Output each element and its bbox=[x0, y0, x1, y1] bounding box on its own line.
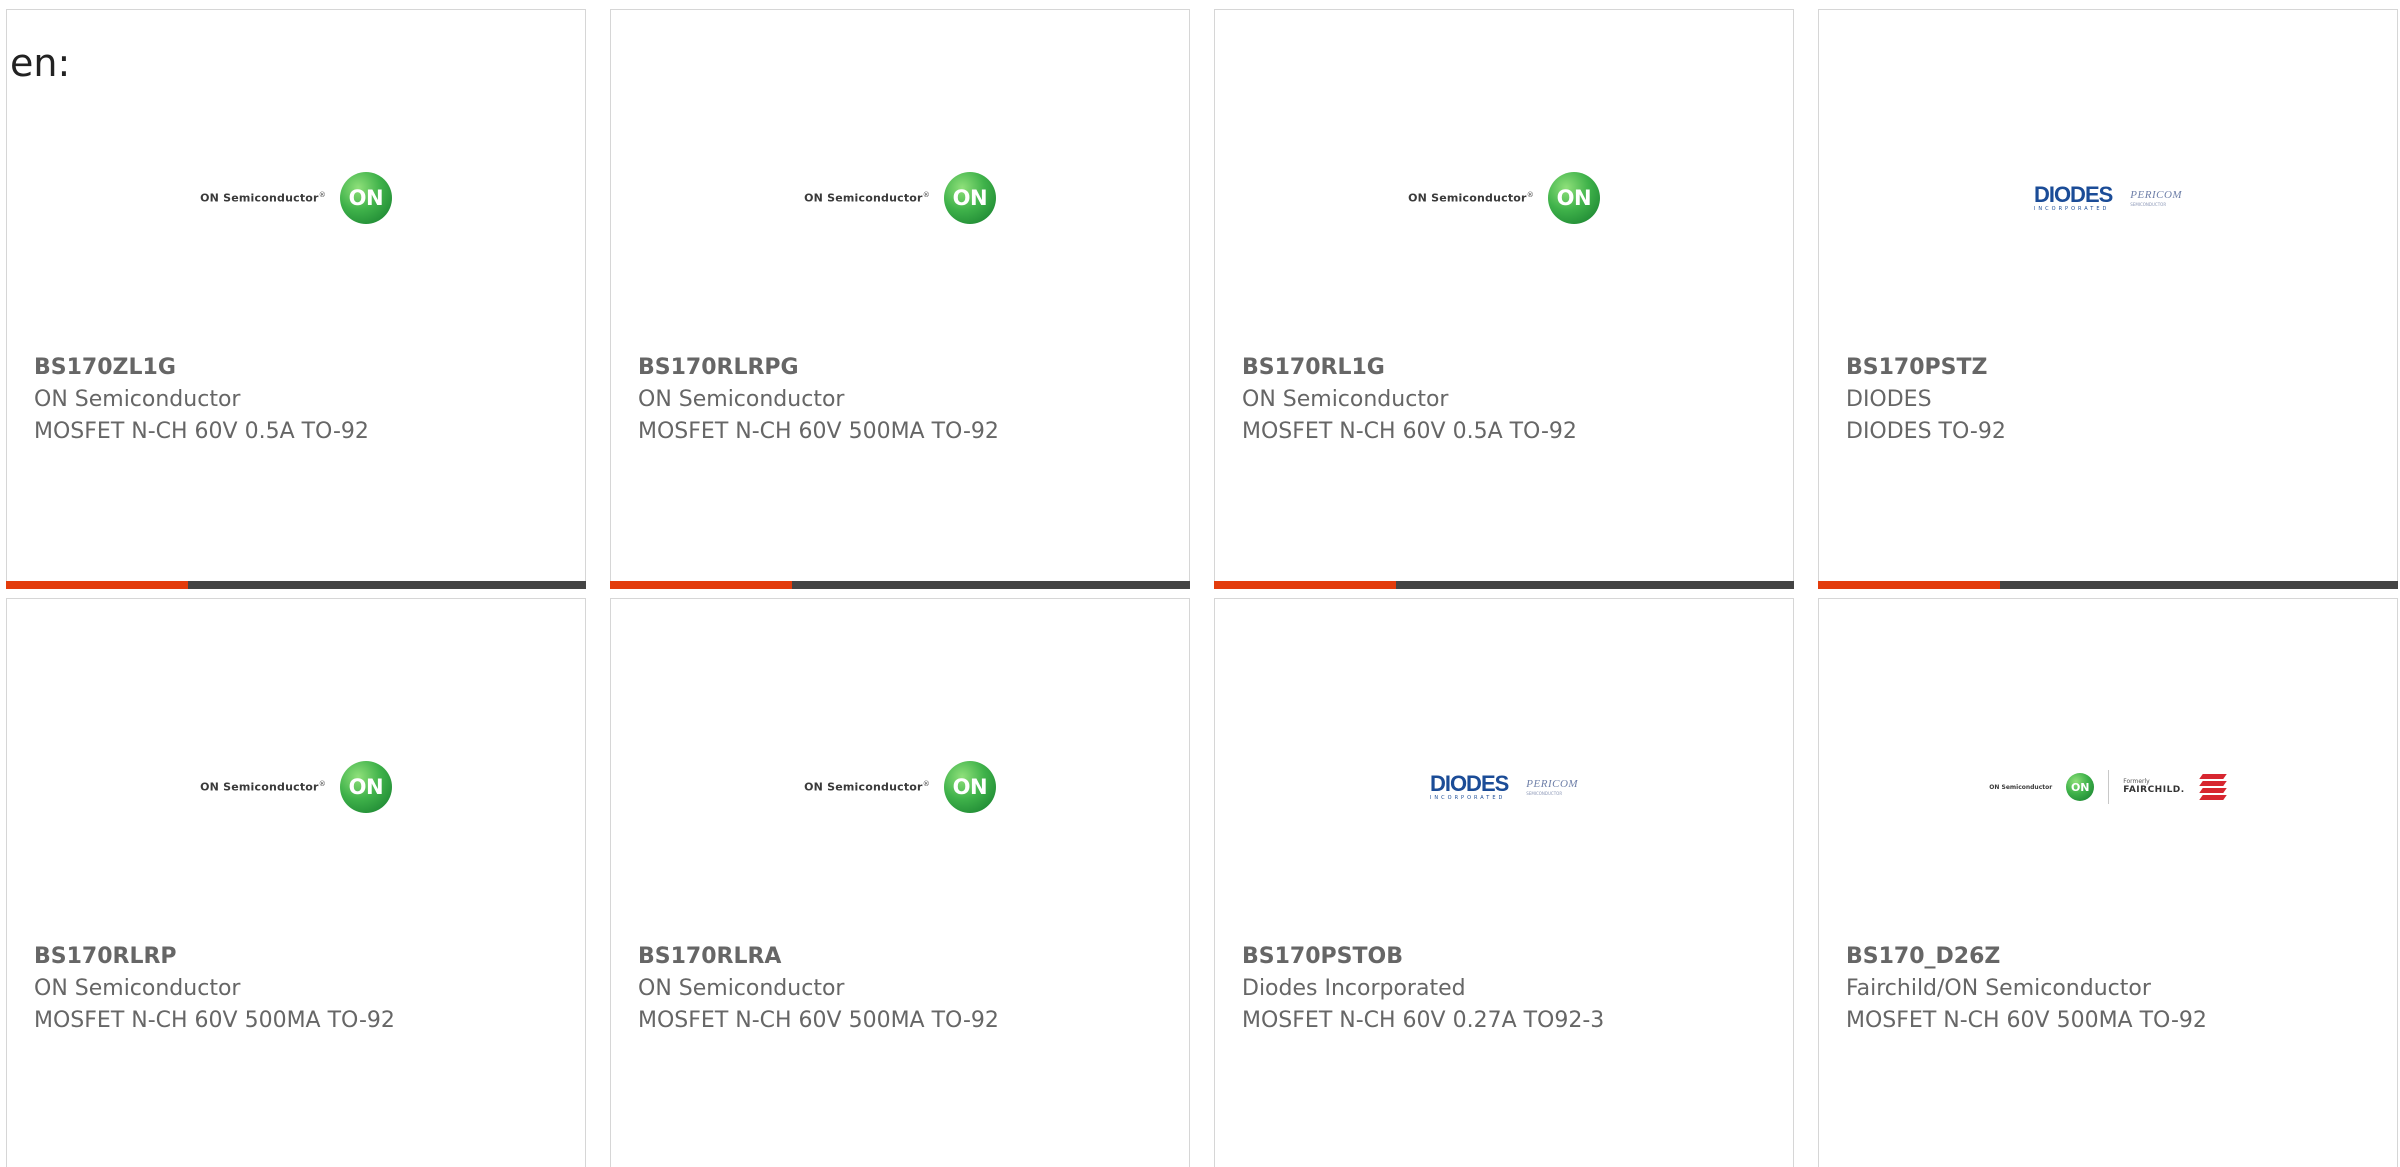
card-accent-bar bbox=[610, 581, 1190, 589]
part-number: BS170RLRA bbox=[638, 944, 782, 969]
manufacturer-logo: ON Semiconductor® ON bbox=[7, 757, 585, 817]
part-description: MOSFET N-CH 60V 0.5A TO-92 bbox=[34, 419, 369, 444]
diodes-logo-icon: DIODES INCORPORATED bbox=[1429, 771, 1509, 801]
logo-divider bbox=[2108, 770, 2110, 804]
manufacturer-logo: ON Semiconductor ON Formerly FAIRCHILD. bbox=[1819, 757, 2397, 817]
manufacturer-name: ON Semiconductor bbox=[638, 976, 845, 1001]
product-card[interactable]: DIODES INCORPORATED PERICOM SEMICONDUCTO… bbox=[1214, 598, 1794, 1167]
on-semiconductor-wordmark: ON Semiconductor® bbox=[1408, 191, 1534, 205]
on-semiconductor-wordmark: ON Semiconductor® bbox=[804, 780, 930, 794]
manufacturer-name: Fairchild/ON Semiconductor bbox=[1846, 976, 2151, 1001]
manufacturer-name: ON Semiconductor bbox=[34, 976, 241, 1001]
manufacturer-logo: ON Semiconductor® ON bbox=[611, 757, 1189, 817]
product-card[interactable]: ON Semiconductor® ON BS170RLRPG ON Semic… bbox=[610, 9, 1190, 589]
part-number: BS170RLRP bbox=[34, 944, 177, 969]
product-card[interactable]: ON Semiconductor® ON BS170RL1G ON Semico… bbox=[1214, 9, 1794, 589]
fairchild-logo-icon: Formerly FAIRCHILD. bbox=[2123, 777, 2185, 795]
on-logo-icon: ON bbox=[1547, 172, 1600, 224]
card-accent-bar bbox=[1214, 581, 1794, 589]
on-semiconductor-wordmark: ON Semiconductor bbox=[1989, 783, 2053, 791]
on-logo-icon: ON bbox=[2066, 773, 2095, 801]
on-logo-icon: ON bbox=[339, 761, 392, 813]
manufacturer-name: Diodes Incorporated bbox=[1242, 976, 1466, 1001]
manufacturer-name: ON Semiconductor bbox=[1242, 387, 1449, 412]
part-description: MOSFET N-CH 60V 500MA TO-92 bbox=[34, 1008, 395, 1033]
product-card[interactable]: ON Semiconductor® ON BS170ZL1G ON Semico… bbox=[6, 9, 586, 589]
on-semiconductor-wordmark: ON Semiconductor® bbox=[200, 191, 326, 205]
part-description: DIODES TO-92 bbox=[1846, 419, 2006, 444]
part-number: BS170PSTZ bbox=[1846, 355, 1988, 380]
card-accent-bar bbox=[6, 581, 586, 589]
on-semiconductor-wordmark: ON Semiconductor® bbox=[200, 780, 326, 794]
page-heading: en: bbox=[10, 41, 71, 85]
manufacturer-name: DIODES bbox=[1846, 387, 1932, 412]
part-number: BS170_D26Z bbox=[1846, 944, 2001, 969]
product-card[interactable]: ON Semiconductor ON Formerly FAIRCHILD. bbox=[1818, 598, 2398, 1167]
on-semiconductor-wordmark: ON Semiconductor® bbox=[804, 191, 930, 205]
part-number: BS170ZL1G bbox=[34, 355, 176, 380]
pericom-logo-icon: PERICOM SEMICONDUCTOR bbox=[2130, 188, 2183, 207]
product-card[interactable]: ON Semiconductor® ON BS170RLRA ON Semico… bbox=[610, 598, 1190, 1167]
on-logo-icon: ON bbox=[943, 761, 996, 813]
part-description: MOSFET N-CH 60V 500MA TO-92 bbox=[638, 1008, 999, 1033]
part-number: BS170RL1G bbox=[1242, 355, 1385, 380]
part-description: MOSFET N-CH 60V 0.27A TO92-3 bbox=[1242, 1008, 1605, 1033]
pericom-logo-icon: PERICOM SEMICONDUCTOR bbox=[1526, 777, 1579, 796]
part-description: MOSFET N-CH 60V 500MA TO-92 bbox=[638, 419, 999, 444]
manufacturer-logo: DIODES INCORPORATED PERICOM SEMICONDUCTO… bbox=[1215, 757, 1793, 817]
product-card[interactable]: DIODES INCORPORATED PERICOM SEMICONDUCTO… bbox=[1818, 9, 2398, 589]
manufacturer-logo: ON Semiconductor® ON bbox=[1215, 168, 1793, 228]
product-grid-page: en: ON Semiconductor® ON BS170ZL1G ON Se… bbox=[0, 0, 2400, 1167]
part-description: MOSFET N-CH 60V 0.5A TO-92 bbox=[1242, 419, 1577, 444]
part-description: MOSFET N-CH 60V 500MA TO-92 bbox=[1846, 1008, 2207, 1033]
product-card[interactable]: ON Semiconductor® ON BS170RLRP ON Semico… bbox=[6, 598, 586, 1167]
manufacturer-name: ON Semiconductor bbox=[638, 387, 845, 412]
diodes-logo-icon: DIODES INCORPORATED bbox=[2033, 182, 2113, 212]
manufacturer-logo: ON Semiconductor® ON bbox=[7, 168, 585, 228]
part-number: BS170PSTOB bbox=[1242, 944, 1403, 969]
fairchild-stripes-icon bbox=[2198, 772, 2227, 802]
on-logo-icon: ON bbox=[339, 172, 392, 224]
part-number: BS170RLRPG bbox=[638, 355, 799, 380]
manufacturer-logo: ON Semiconductor® ON bbox=[611, 168, 1189, 228]
on-logo-icon: ON bbox=[943, 172, 996, 224]
manufacturer-logo: DIODES INCORPORATED PERICOM SEMICONDUCTO… bbox=[1819, 168, 2397, 228]
card-accent-bar bbox=[1818, 581, 2398, 589]
manufacturer-name: ON Semiconductor bbox=[34, 387, 241, 412]
